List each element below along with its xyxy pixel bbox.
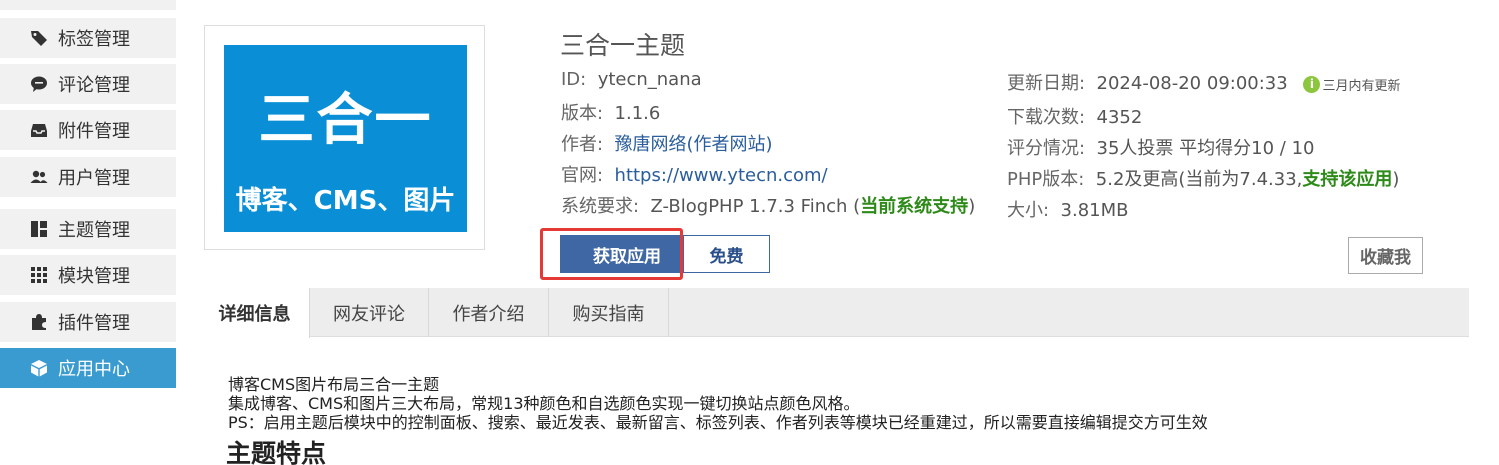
sidebar-item-tags[interactable]: 标签管理 — [0, 18, 176, 58]
php-ok: 支持该应用 — [1302, 169, 1393, 190]
description-line: 博客CMS图片布局三合一主题 — [228, 375, 440, 394]
update-label: 更新日期: — [1007, 73, 1086, 94]
php-value: 5.2及更高(当前为7.4.33, — [1095, 169, 1303, 190]
website-link[interactable]: https://www.ytecn.com/ — [615, 165, 828, 186]
users-icon — [30, 168, 48, 186]
info-downloads: 下载次数: 4352 — [1007, 103, 1142, 129]
description: 博客CMS图片布局三合一主题 集成博客、CMS和图片三大布局，常规13种颜色和自… — [228, 375, 1208, 432]
app-title: 三合一主题 — [560, 31, 686, 60]
info-version: 版本: 1.1.6 — [561, 99, 660, 125]
sidebar-item-themes[interactable]: 主题管理 — [0, 209, 176, 249]
comment-icon — [30, 75, 48, 93]
thumbnail-title: 三合一 — [258, 88, 433, 153]
info-id: ID: ytecn_nana — [561, 69, 702, 90]
info-rating: 评分情况: 35人投票 平均得分10 / 10 — [1007, 134, 1314, 160]
php-label: PHP版本: — [1007, 169, 1085, 190]
sidebar-item-modules[interactable]: 模块管理 — [0, 255, 176, 295]
sidebar-item-comments[interactable]: 评论管理 — [0, 64, 176, 104]
downloads-value: 4352 — [1096, 107, 1143, 128]
detail-tabs: 详细信息 网友评论 作者介绍 购买指南 — [200, 288, 1469, 338]
tab-author[interactable]: 作者介绍 — [429, 288, 549, 337]
rating-label: 评分情况: — [1007, 138, 1086, 159]
size-value: 3.81MB — [1060, 200, 1129, 221]
sidebar-item-label: 应用中心 — [58, 359, 130, 380]
website-label: 官网: — [561, 165, 604, 186]
update-badge-text: 三月内有更新 — [1322, 78, 1401, 94]
highlight-box — [540, 228, 683, 280]
cube-icon — [30, 359, 48, 377]
description-line: PS：启用主题后模块中的控制面板、搜索、最近发表、最新留言、标签列表、作者列表等… — [228, 413, 1208, 432]
id-label: ID: — [561, 69, 587, 90]
update-badge: i 三月内有更新 — [1303, 75, 1400, 94]
thumbnail-subtitle: 博客、CMS、图片 — [235, 186, 456, 216]
php-paren-close: ) — [1392, 169, 1400, 190]
author-link[interactable]: 豫唐网络(作者网站) — [615, 134, 773, 155]
tab-comments[interactable]: 网友评论 — [310, 288, 429, 337]
sidebar-item-label: 附件管理 — [58, 121, 130, 142]
sidebar-item-attachments[interactable]: 附件管理 — [0, 110, 176, 150]
description-line: 集成博客、CMS和图片三大布局，常规13种颜色和自选颜色实现一键切换站点颜色风格… — [228, 394, 860, 413]
info-author: 作者: 豫唐网络(作者网站) — [561, 130, 773, 156]
info-size: 大小: 3.81MB — [1007, 196, 1129, 222]
sidebar-item-label: 标签管理 — [58, 29, 130, 50]
puzzle-icon — [30, 313, 48, 331]
price-free-button[interactable]: 免费 — [683, 235, 770, 273]
sidebar-item-label: 评论管理 — [58, 75, 130, 96]
favorite-button[interactable]: 收藏我 — [1348, 237, 1423, 274]
requirements-value: Z-BlogPHP 1.7.3 Finch — [650, 196, 848, 217]
layout-icon — [30, 220, 48, 238]
app-thumbnail-frame: 三合一 博客、CMS、图片 — [204, 25, 485, 250]
tab-purchase-guide[interactable]: 购买指南 — [549, 288, 669, 337]
info-icon: i — [1303, 75, 1321, 93]
sidebar-item-label: 模块管理 — [58, 266, 130, 287]
id-value: ytecn_nana — [597, 69, 702, 90]
requirements-paren-close: ) — [968, 196, 976, 217]
features-heading: 主题特点 — [226, 439, 327, 465]
rating-value: 35人投票 平均得分10 / 10 — [1096, 138, 1315, 159]
info-php-version: PHP版本: 5.2及更高(当前为7.4.33,支持该应用) — [1007, 165, 1399, 191]
app-thumbnail: 三合一 博客、CMS、图片 — [224, 45, 467, 232]
grid-icon — [30, 266, 48, 284]
downloads-label: 下载次数: — [1007, 107, 1086, 128]
inbox-icon — [30, 121, 48, 139]
size-label: 大小: — [1007, 200, 1050, 221]
author-label: 作者: — [561, 134, 604, 155]
sidebar-item-label: 插件管理 — [58, 313, 130, 334]
tag-icon — [30, 29, 48, 47]
info-update-date: 更新日期: 2024-08-20 09:00:33 i 三月内有更新 — [1007, 69, 1400, 95]
sidebar-item-users[interactable]: 用户管理 — [0, 157, 176, 197]
update-value: 2024-08-20 09:00:33 — [1096, 73, 1288, 94]
tab-details[interactable]: 详细信息 — [200, 288, 310, 338]
sidebar-item-app-center[interactable]: 应用中心 — [0, 348, 176, 388]
requirements-ok: 当前系统支持 — [860, 196, 969, 217]
info-website: 官网: https://www.ytecn.com/ — [561, 161, 828, 187]
sidebar-item-label: 主题管理 — [58, 220, 130, 241]
requirements-label: 系统要求: — [561, 196, 640, 217]
version-value: 1.1.6 — [614, 103, 661, 124]
sidebar-item-partial[interactable] — [0, 0, 176, 10]
sidebar: 标签管理 评论管理 附件管理 用户管理 主题管理 模块管理 插件管理 应用中心 — [0, 0, 176, 465]
version-label: 版本: — [561, 103, 604, 124]
sidebar-item-plugins[interactable]: 插件管理 — [0, 302, 176, 342]
info-requirements: 系统要求: Z-BlogPHP 1.7.3 Finch (当前系统支持) — [561, 192, 975, 218]
requirements-paren-open: ( — [847, 196, 861, 217]
sidebar-item-label: 用户管理 — [58, 168, 130, 189]
